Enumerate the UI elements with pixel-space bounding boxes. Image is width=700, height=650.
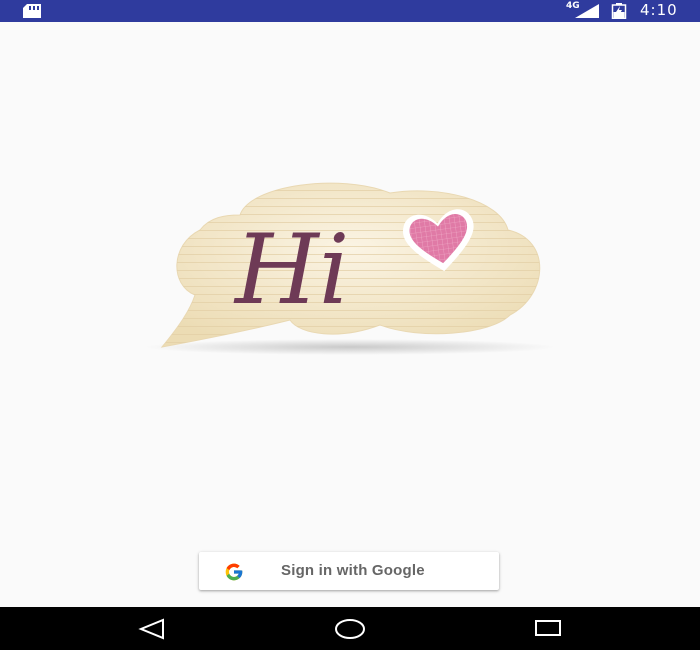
nav-bar (0, 607, 700, 650)
back-icon[interactable] (138, 618, 166, 640)
status-clock: 4:10 (640, 1, 678, 19)
status-bar: 4G 4:10 (0, 0, 700, 22)
recent-apps-icon[interactable] (534, 619, 562, 637)
google-g-icon (225, 563, 243, 581)
google-signin-label: Sign in with Google (281, 562, 425, 579)
battery-icon (611, 3, 627, 19)
speech-bubble (160, 182, 541, 348)
hi-speech-bubble-logo: Hi (145, 182, 555, 355)
logo-shadow (145, 339, 555, 355)
home-icon[interactable] (334, 618, 366, 640)
signal-icon (575, 4, 599, 18)
sd-card-icon (23, 4, 41, 18)
logo-hi-text: Hi (233, 214, 349, 326)
google-signin-button[interactable]: Sign in with Google (199, 552, 499, 590)
